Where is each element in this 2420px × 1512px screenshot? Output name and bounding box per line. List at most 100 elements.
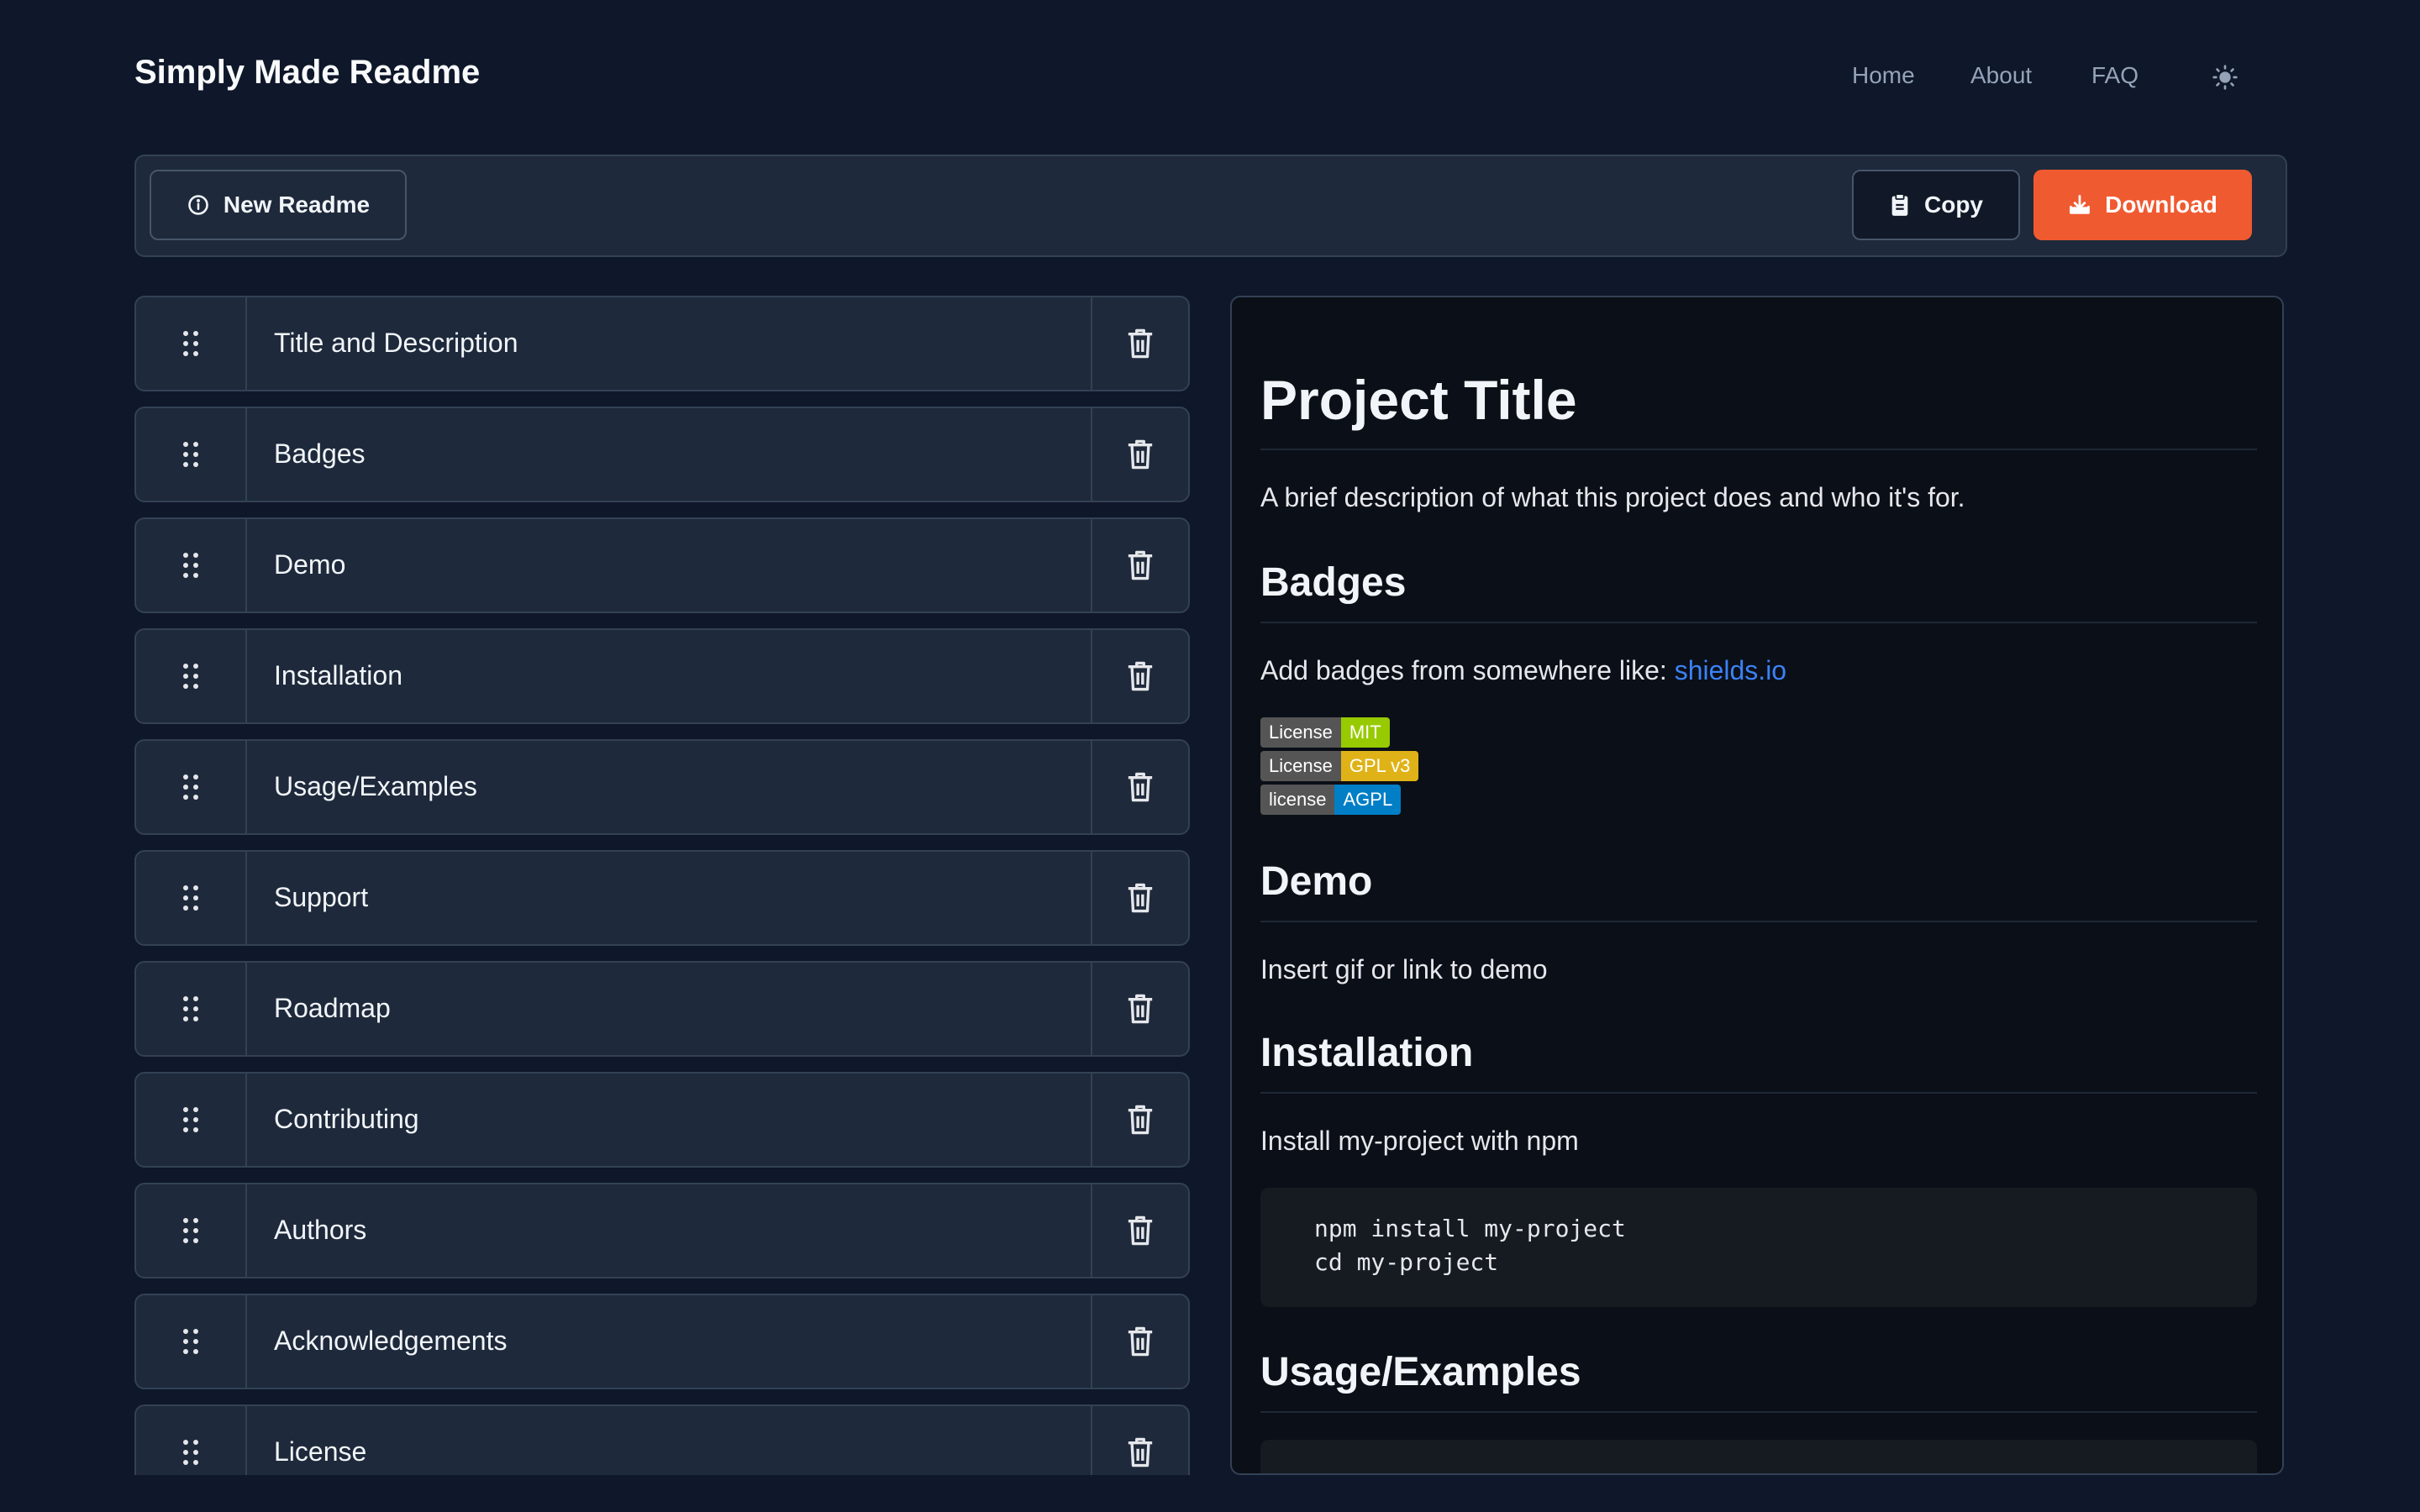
trash-icon xyxy=(1128,994,1153,1024)
badge-value: MIT xyxy=(1340,717,1390,748)
section-label[interactable]: Roadmap xyxy=(274,993,391,1024)
section-item[interactable]: License xyxy=(134,1404,1190,1475)
readme-preview: Project Title A brief description of wha… xyxy=(1230,296,2284,1475)
section-label[interactable]: Acknowledgements xyxy=(274,1326,507,1357)
delete-section-button[interactable] xyxy=(1091,630,1188,722)
badge-gpl: License GPL v3 xyxy=(1260,751,1419,781)
delete-section-button[interactable] xyxy=(1091,1074,1188,1166)
delete-section-button[interactable] xyxy=(1091,1184,1188,1277)
drag-handle-icon xyxy=(183,1218,198,1243)
drag-handle-icon xyxy=(183,1440,198,1465)
section-label[interactable]: Installation xyxy=(274,660,402,691)
installation-divider xyxy=(1260,1092,2257,1094)
section-item[interactable]: Demo xyxy=(134,517,1190,613)
delete-section-button[interactable] xyxy=(1091,963,1188,1055)
section-item[interactable]: Roadmap xyxy=(134,961,1190,1057)
drag-handle-icon xyxy=(183,553,198,578)
title-divider xyxy=(1260,449,2257,450)
nav-home-link[interactable]: Home xyxy=(1852,62,1915,89)
section-label[interactable]: Authors xyxy=(274,1215,366,1246)
section-item[interactable]: Badges xyxy=(134,407,1190,502)
trash-icon xyxy=(1128,772,1153,802)
drag-handle[interactable] xyxy=(136,1184,247,1277)
section-label[interactable]: Title and Description xyxy=(274,328,518,359)
download-label: Download xyxy=(2105,192,2217,218)
info-icon xyxy=(188,195,208,215)
drag-handle[interactable] xyxy=(136,852,247,944)
delete-section-button[interactable] xyxy=(1091,1295,1188,1388)
section-label[interactable]: Contributing xyxy=(274,1104,419,1135)
usage-heading: Usage/Examples xyxy=(1260,1350,1581,1394)
delete-section-button[interactable] xyxy=(1091,408,1188,501)
section-item[interactable]: Installation xyxy=(134,628,1190,724)
nav-about-link[interactable]: About xyxy=(1970,62,2032,89)
badges-text: Add badges from somewhere like: shields.… xyxy=(1260,655,1786,686)
drag-handle[interactable] xyxy=(136,297,247,390)
shields-io-link[interactable]: shields.io xyxy=(1675,655,1786,685)
delete-section-button[interactable] xyxy=(1091,1406,1188,1475)
theme-toggle-button[interactable] xyxy=(2207,59,2244,96)
drag-handle-icon xyxy=(183,442,198,467)
new-readme-label: New Readme xyxy=(223,192,371,218)
delete-section-button[interactable] xyxy=(1091,297,1188,390)
trash-icon xyxy=(1128,439,1153,470)
usage-divider xyxy=(1260,1411,2257,1413)
trash-icon xyxy=(1128,883,1153,913)
installation-text: Install my-project with npm xyxy=(1260,1126,1579,1156)
section-label[interactable]: Badges xyxy=(274,438,366,470)
drag-handle[interactable] xyxy=(136,630,247,722)
section-label[interactable]: Demo xyxy=(274,549,345,580)
drag-handle[interactable] xyxy=(136,408,247,501)
drag-handle[interactable] xyxy=(136,963,247,1055)
trash-icon xyxy=(1128,1437,1153,1467)
section-label[interactable]: Support xyxy=(274,882,368,913)
trash-icon xyxy=(1128,550,1153,580)
badge-label: License xyxy=(1260,717,1341,748)
badges-text-prefix: Add badges from somewhere like: xyxy=(1260,655,1675,685)
section-item[interactable]: Authors xyxy=(134,1183,1190,1278)
section-item[interactable]: Usage/Examples xyxy=(134,739,1190,835)
nav-faq-link[interactable]: FAQ xyxy=(2091,62,2139,89)
badge-agpl: license AGPL xyxy=(1260,785,1402,815)
preview-description: A brief description of what this project… xyxy=(1260,482,1965,512)
copy-button[interactable]: Copy xyxy=(1852,170,2020,240)
preview-title: Project Title xyxy=(1260,369,1577,431)
drag-handle-icon xyxy=(183,885,198,911)
install-code-block: npm install my-project cd my-project xyxy=(1260,1188,2257,1307)
drag-handle-icon xyxy=(183,664,198,689)
installation-heading: Installation xyxy=(1260,1031,1474,1075)
download-icon xyxy=(2070,195,2091,214)
trash-icon xyxy=(1128,1105,1153,1135)
drag-handle[interactable] xyxy=(136,1295,247,1388)
delete-section-button[interactable] xyxy=(1091,519,1188,612)
copy-label: Copy xyxy=(1924,192,1983,218)
section-item[interactable]: Support xyxy=(134,850,1190,946)
app-header: Simply Made Readme Home About FAQ xyxy=(0,0,2420,155)
section-list: Title and Description Badges Demo Installat… xyxy=(134,296,1190,1475)
code-line: cd my-project xyxy=(1314,1248,1499,1276)
new-readme-button[interactable]: New Readme xyxy=(150,170,407,240)
delete-section-button[interactable] xyxy=(1091,852,1188,944)
drag-handle-icon xyxy=(183,774,198,800)
usage-code-block xyxy=(1260,1440,2257,1473)
download-button[interactable]: Download xyxy=(2033,170,2252,240)
section-label[interactable]: Usage/Examples xyxy=(274,771,477,802)
drag-handle[interactable] xyxy=(136,741,247,833)
trash-icon xyxy=(1128,1326,1153,1357)
section-item[interactable]: Acknowledgements xyxy=(134,1294,1190,1389)
drag-handle-icon xyxy=(183,1107,198,1132)
drag-handle-icon xyxy=(183,331,198,356)
drag-handle[interactable] xyxy=(136,1074,247,1166)
drag-handle-icon xyxy=(183,1329,198,1354)
drag-handle[interactable] xyxy=(136,519,247,612)
section-item[interactable]: Title and Description xyxy=(134,296,1190,391)
badge-value: GPL v3 xyxy=(1340,751,1419,781)
trash-icon xyxy=(1128,661,1153,691)
badge-label: license xyxy=(1260,785,1335,815)
app-title[interactable]: Simply Made Readme xyxy=(134,54,480,92)
delete-section-button[interactable] xyxy=(1091,741,1188,833)
section-item[interactable]: Contributing xyxy=(134,1072,1190,1168)
badge-mit: License MIT xyxy=(1260,717,1390,748)
section-label[interactable]: License xyxy=(274,1436,366,1467)
drag-handle[interactable] xyxy=(136,1406,247,1475)
